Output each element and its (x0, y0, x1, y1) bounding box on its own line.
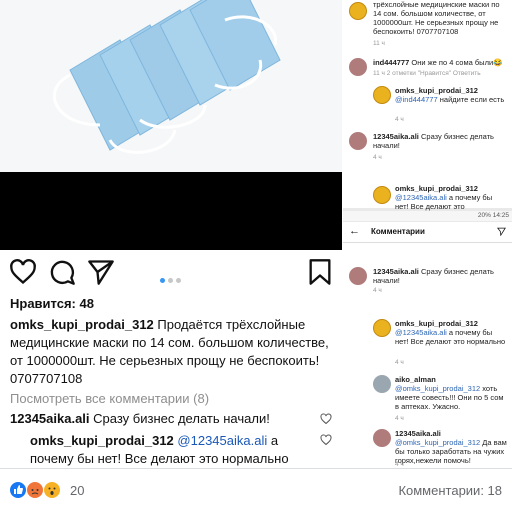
comment-icon[interactable] (48, 258, 76, 286)
top-comment-1-user[interactable]: ind444777 (373, 58, 409, 67)
phone-screenshot-top: трёхслойные медицинские маски по 14 сом.… (343, 0, 512, 211)
top-comment-2: omks_kupi_prodai_312 @ind444777 найдите … (395, 86, 507, 104)
phone-screenshots: трёхслойные медицинские маски по 14 сом.… (343, 0, 512, 468)
carousel-dots (160, 270, 184, 288)
top-comment-2-text: найдите если есть (439, 95, 505, 104)
post-actions (0, 250, 342, 294)
post-footer: 20 Комментарии: 18 (0, 468, 512, 509)
comments-nav-title: Комментарии (371, 227, 425, 236)
like-reaction-icon[interactable] (10, 482, 26, 498)
status-battery-time: 20% 14:25 (477, 212, 509, 219)
share-icon[interactable] (87, 258, 115, 286)
reactions-count[interactable]: 20 (70, 483, 84, 498)
comment-2-mention[interactable]: @12345aika.ali (177, 433, 267, 448)
avatar (349, 132, 367, 150)
avatar (373, 319, 391, 337)
comment-2-reply: omks_kupi_prodai_312 @12345aika.ali а по… (30, 432, 310, 468)
comment-1: 12345aika.ali Сразу бизнес делать начали… (10, 411, 310, 426)
comment-1-user[interactable]: 12345aika.ali (10, 411, 90, 426)
shared-image: Нравится: 48 omks_kupi_prodai_312 Продаё… (0, 0, 512, 468)
top-comment-3-time: 4 ч (373, 154, 382, 161)
bottom-comment-3: aiko_alman @omks_kupi_prodai_312 хоть им… (395, 375, 507, 411)
masks-illustration (0, 0, 342, 172)
avatar (349, 58, 367, 76)
top-comment-1: ind444777 Они же по 4 сома были😂 (373, 58, 507, 67)
top-comment-2-time: 4 ч (395, 116, 404, 123)
wow-reaction-icon[interactable] (44, 482, 60, 498)
bottom-comment-2: omks_kupi_prodai_312 @12345aika.ali а по… (395, 319, 507, 346)
bottom-comment-4-time: 4 ч (395, 461, 404, 468)
bottom-comment-1-user[interactable]: 12345aika.ali (373, 267, 419, 276)
caption-username[interactable]: omks_kupi_prodai_312 (10, 317, 154, 332)
bottom-comment-2-mention[interactable]: @12345aika.ali (395, 328, 447, 337)
back-arrow-icon[interactable]: ← (349, 225, 360, 237)
top-comment-2-mention[interactable]: @ind444777 (395, 95, 438, 104)
bottom-comment-3-time: 4 ч (395, 415, 404, 422)
avatar (373, 375, 391, 393)
bottom-comment-2-user[interactable]: omks_kupi_prodai_312 (395, 319, 478, 328)
reply-like-heart-icon[interactable] (320, 434, 332, 446)
bottom-comment-3-user[interactable]: aiko_alman (395, 375, 436, 384)
bottom-comment-4: 12345aika.ali @omks_kupi_prodai_312 Да в… (395, 429, 507, 465)
avatar (373, 429, 391, 447)
phone-status-bar: 20% 14:25 (343, 211, 512, 221)
avatar (373, 86, 391, 104)
bottom-comment-2-time: 4 ч (395, 359, 404, 366)
heart-icon[interactable] (9, 258, 37, 286)
top-comment-0-time: 11 ч (373, 40, 385, 47)
bottom-comment-3-mention[interactable]: @omks_kupi_prodai_312 (395, 384, 480, 393)
top-comment-4: omks_kupi_prodai_312 @12345aika.ali а по… (395, 184, 507, 211)
top-comment-1-meta: 11 ч 2 отметки "Нравится" Ответить (373, 70, 481, 77)
send-icon[interactable] (497, 227, 506, 236)
top-comment-4-user[interactable]: omks_kupi_prodai_312 (395, 184, 478, 193)
photo-black-band (0, 172, 342, 250)
bottom-comment-4-user[interactable]: 12345aika.ali (395, 429, 441, 438)
angry-reaction-icon[interactable] (27, 482, 43, 498)
comments-nav-bar: ← Комментарии (343, 222, 512, 243)
comment-like-heart-icon[interactable] (320, 413, 332, 425)
top-comment-1-text: Они же по 4 сома были😂 (411, 58, 503, 67)
top-comment-3: 12345aika.ali Сразу бизнес делать начали… (373, 132, 507, 150)
view-all-comments-link[interactable]: Посмотреть все комментарии (8) (10, 391, 209, 406)
masks-photo (0, 0, 342, 172)
avatar (373, 186, 391, 204)
instagram-post: Нравится: 48 omks_kupi_prodai_312 Продаё… (0, 0, 342, 468)
bottom-comment-1-time: 4 ч (373, 287, 382, 294)
likes-count[interactable]: Нравится: 48 (10, 296, 94, 311)
bookmark-icon[interactable] (306, 258, 334, 286)
bottom-comment-4-mention[interactable]: @omks_kupi_prodai_312 (395, 438, 480, 447)
comment-1-text: Сразу бизнес делать начали! (93, 411, 270, 426)
comments-count-link[interactable]: Комментарии: 18 (398, 483, 502, 498)
top-comment-3-user[interactable]: 12345aika.ali (373, 132, 419, 141)
bottom-comment-1: 12345aika.ali Сразу бизнес делать начали… (373, 267, 507, 285)
avatar (349, 267, 367, 285)
top-comment-0-text: трёхслойные медицинские маски по 14 сом.… (373, 0, 500, 36)
top-comment-2-user[interactable]: omks_kupi_prodai_312 (395, 86, 478, 95)
avatar (349, 2, 367, 20)
post-caption: omks_kupi_prodai_312 Продаётся трёхслойн… (10, 316, 332, 388)
phone-screenshot-bottom: 12345aika.ali Сразу бизнес делать начали… (343, 243, 512, 468)
top-comment-4-mention[interactable]: @12345aika.ali (395, 193, 447, 202)
comment-2-user[interactable]: omks_kupi_prodai_312 (30, 433, 174, 448)
